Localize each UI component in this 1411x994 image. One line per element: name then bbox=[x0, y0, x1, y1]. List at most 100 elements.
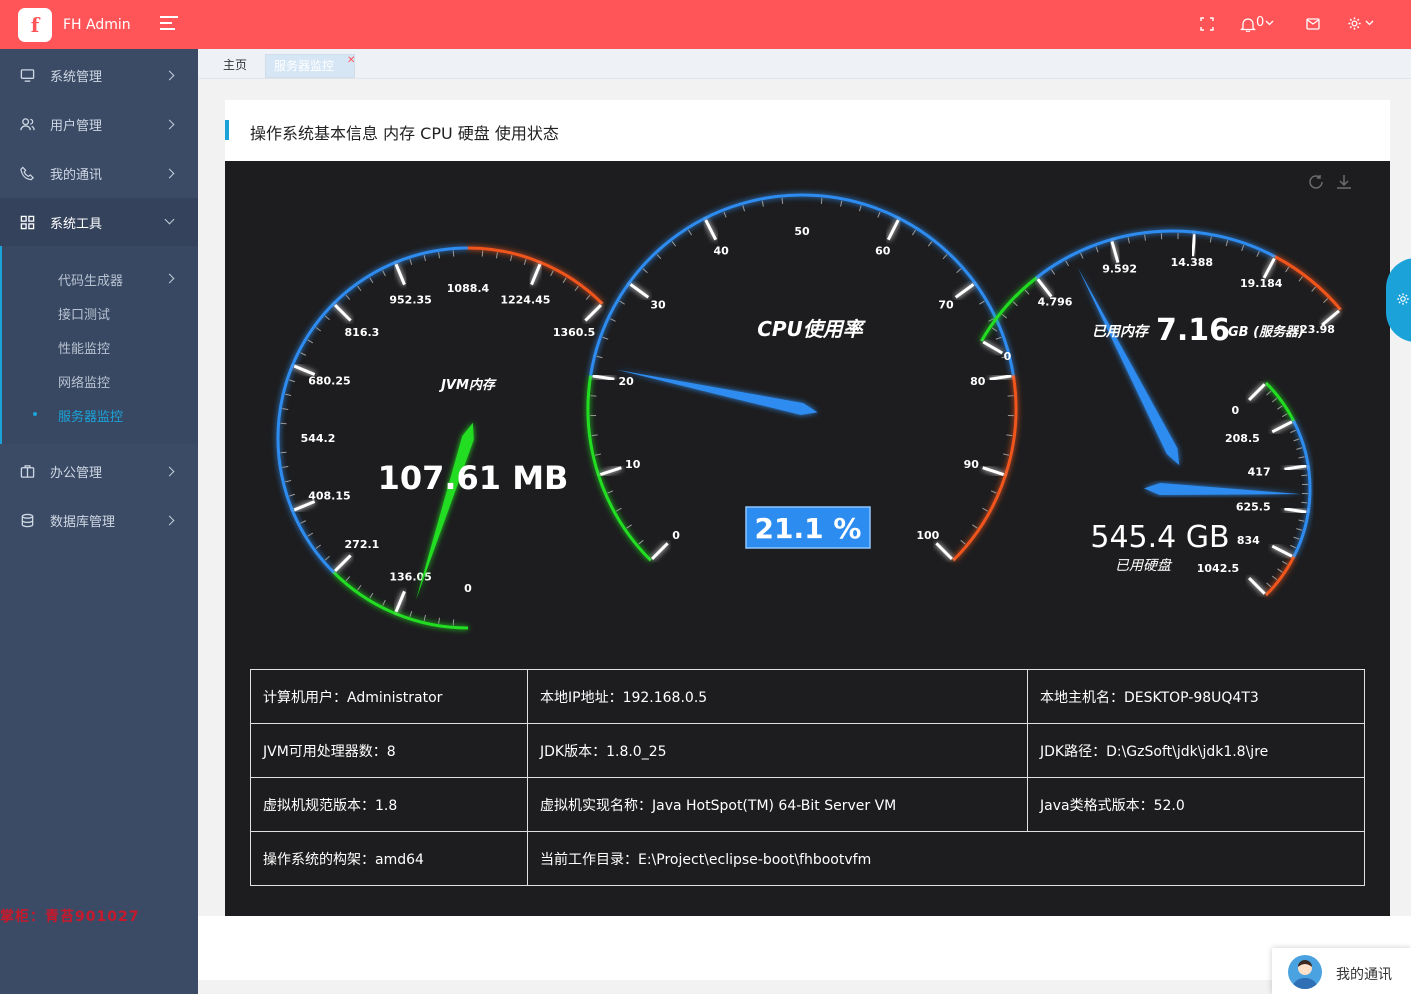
system-info-table: 计算机用户：Administrator 本地IP地址：192.168.0.5 本… bbox=[250, 669, 1365, 886]
section-accent bbox=[225, 120, 229, 140]
mem-tick-label: 4.796 bbox=[1038, 295, 1073, 308]
cpu-major-tick bbox=[989, 374, 1012, 381]
close-icon[interactable]: ✕ bbox=[347, 55, 355, 66]
tab-bar: 主页 服务器监控 bbox=[198, 49, 1411, 79]
disk-major-tick bbox=[1271, 420, 1293, 434]
content-card: 操作系统基本信息 内存 CPU 硬盘 使用状态 bbox=[225, 100, 1390, 161]
disk-major-tick bbox=[1284, 507, 1307, 514]
cpu-minor-tick bbox=[877, 211, 881, 218]
disk-minor-tick bbox=[1298, 456, 1305, 459]
cpu-tick-label: 10 bbox=[625, 458, 641, 471]
chevron-right-icon bbox=[164, 515, 175, 526]
tab-server-monitor[interactable]: 服务器监控 bbox=[265, 54, 355, 78]
jvm-major-tick bbox=[584, 304, 602, 322]
disk-minor-tick bbox=[1301, 474, 1308, 477]
disk-gauge-value: 545.4 GB bbox=[1090, 520, 1229, 555]
notification-count[interactable]: 0 bbox=[1256, 15, 1264, 30]
disk-minor-tick bbox=[1290, 429, 1297, 434]
jvm-minor-tick bbox=[289, 493, 296, 497]
jvm-minor-tick bbox=[409, 259, 413, 266]
mem-needle bbox=[1077, 267, 1180, 466]
submenu-item-codegen[interactable]: 代码生成器 bbox=[58, 270, 123, 289]
fullscreen-icon[interactable] bbox=[1200, 17, 1214, 31]
mem-axis-band bbox=[1035, 229, 1276, 279]
jvm-minor-tick bbox=[423, 614, 426, 621]
cpu-minor-tick bbox=[858, 205, 862, 212]
menu-toggle-icon[interactable] bbox=[160, 16, 178, 32]
mail-icon[interactable] bbox=[1306, 18, 1320, 30]
submenu-item-server[interactable]: 服务器监控 bbox=[58, 406, 123, 425]
cpu-minor-tick bbox=[1002, 453, 1010, 456]
sidebar-item-users[interactable]: 用户管理 bbox=[0, 100, 198, 149]
disk-minor-tick bbox=[1266, 582, 1272, 588]
sidebar-item-label: 系统工具 bbox=[50, 217, 103, 232]
sidebar-item-database[interactable]: 数据库管理 bbox=[0, 496, 198, 545]
chevron-right-icon bbox=[164, 168, 175, 179]
mem-minor-tick bbox=[1127, 237, 1130, 244]
submenu-tools: 代码生成器 接口测试 性能监控 网络监控 服务器监控 bbox=[0, 246, 198, 444]
mem-minor-tick bbox=[1012, 301, 1018, 307]
cpu-major-tick bbox=[954, 283, 975, 299]
cpu-minor-tick bbox=[602, 336, 609, 340]
sidebar-item-tools[interactable]: 系统工具 bbox=[0, 198, 198, 247]
mem-major-tick bbox=[982, 340, 1004, 355]
jvm-needle bbox=[416, 422, 474, 600]
cpu-major-tick bbox=[704, 219, 718, 241]
cpu-minor-tick bbox=[960, 539, 966, 545]
mem-minor-tick bbox=[1225, 240, 1229, 247]
submenu-item-performance[interactable]: 性能监控 bbox=[58, 338, 110, 357]
grid-icon bbox=[20, 215, 35, 230]
table-row: JVM可用处理器数：8 JDK版本：1.8.0_25 JDK路径：D:\GzSo… bbox=[250, 723, 1365, 778]
submenu-item-network[interactable]: 网络监控 bbox=[58, 372, 110, 391]
jvm-minor-tick bbox=[409, 610, 413, 617]
disk-minor-tick bbox=[1298, 519, 1305, 522]
submenu-item-api-test[interactable]: 接口测试 bbox=[58, 304, 110, 323]
jvm-minor-tick bbox=[282, 408, 289, 411]
settings-icon[interactable] bbox=[1347, 16, 1362, 31]
cpu-minor-tick bbox=[607, 490, 614, 494]
active-dot-icon bbox=[33, 412, 37, 416]
jvm-minor-tick bbox=[438, 252, 441, 259]
jvm-tick-label: 0 bbox=[464, 582, 472, 595]
cpu-tick-label: 90 bbox=[964, 458, 980, 471]
jvm-minor-tick bbox=[382, 599, 386, 606]
table-cell: 虚拟机实现名称：Java HotSpot(TM) 64-Bit Server V… bbox=[527, 777, 1028, 832]
app-title[interactable]: FH Admin bbox=[63, 17, 131, 33]
cpu-minor-tick bbox=[656, 254, 662, 260]
jvm-minor-tick bbox=[550, 270, 554, 277]
sidebar-item-label: 办公管理 bbox=[50, 466, 103, 481]
disk-minor-tick bbox=[1296, 447, 1303, 450]
cpu-minor-tick bbox=[723, 211, 727, 218]
mem-tick-label: 19.184 bbox=[1240, 277, 1283, 290]
bell-icon[interactable] bbox=[1240, 17, 1256, 32]
cpu-tick-label: 40 bbox=[714, 244, 730, 257]
cpu-minor-tick bbox=[642, 268, 648, 274]
disk-major-tick bbox=[1284, 464, 1307, 471]
tab-home[interactable]: 主页 bbox=[215, 54, 255, 78]
cpu-minor-tick bbox=[671, 241, 677, 247]
disk-minor-tick bbox=[1293, 536, 1300, 540]
cpu-minor-tick bbox=[995, 336, 1002, 340]
sidebar-item-system[interactable]: 系统管理 bbox=[0, 51, 198, 100]
sidebar-item-office[interactable]: 办公管理 bbox=[0, 447, 198, 496]
mem-minor-tick bbox=[1311, 286, 1316, 292]
jvm-minor-tick bbox=[562, 277, 567, 284]
jvm-minor-tick bbox=[369, 277, 374, 284]
sidebar-item-label: 系统管理 bbox=[50, 70, 103, 85]
chat-button[interactable]: 我的通讯 bbox=[1272, 948, 1411, 994]
jvm-minor-tick bbox=[357, 285, 362, 292]
avatar bbox=[1288, 955, 1322, 989]
disk-minor-tick bbox=[1301, 501, 1308, 504]
sidebar-item-contacts[interactable]: 我的通讯 bbox=[0, 149, 198, 198]
download-icon[interactable] bbox=[1337, 175, 1351, 189]
mem-minor-tick bbox=[1144, 234, 1146, 241]
table-row: 虚拟机规范版本：1.8 虚拟机实现名称：Java HotSpot(TM) 64-… bbox=[250, 777, 1365, 832]
disk-major-tick bbox=[1248, 577, 1266, 595]
refresh-icon[interactable] bbox=[1309, 175, 1323, 189]
cpu-major-tick bbox=[592, 374, 615, 381]
cpu-minor-tick bbox=[781, 197, 784, 204]
dashboard-panel: 0 136.05 272.1 408.15 544.2 680.25 816.3 952.35… bbox=[225, 161, 1390, 916]
table-cell: JDK版本：1.8.0_25 bbox=[527, 723, 1028, 778]
app-logo[interactable]: f bbox=[18, 7, 52, 42]
mem-minor-tick bbox=[1285, 266, 1290, 273]
